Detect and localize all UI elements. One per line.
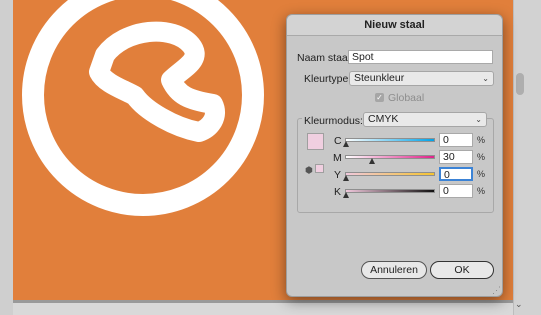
color-mode-value: CMYK <box>368 113 399 125</box>
color-type-select[interactable]: Steunkleur ⌄ <box>349 71 494 86</box>
scrollbar-thumb[interactable] <box>516 73 524 95</box>
magenta-input[interactable]: 30 <box>439 150 473 164</box>
vertical-scrollbar[interactable] <box>513 0 541 315</box>
scroll-down-icon[interactable]: ⌄ <box>515 299 523 310</box>
black-percent: % <box>477 186 486 196</box>
yellow-slider[interactable] <box>345 172 435 176</box>
color-type-label: Kleurtype: <box>304 73 352 85</box>
out-of-gamut-swatch <box>315 164 324 173</box>
cyan-slider-thumb[interactable] <box>343 141 349 147</box>
ok-button[interactable]: OK <box>430 261 494 279</box>
cyan-input[interactable]: 0 <box>439 133 473 147</box>
magenta-percent: % <box>477 152 486 162</box>
canvas-bottom <box>13 303 513 315</box>
resize-grip-icon[interactable]: ⋰ <box>492 285 501 296</box>
left-gutter <box>0 0 13 315</box>
black-label: K <box>334 186 342 198</box>
magenta-slider[interactable] <box>345 155 435 159</box>
cancel-button[interactable]: Annuleren <box>361 261 427 279</box>
black-input[interactable]: 0 <box>439 184 473 198</box>
global-label: Globaal <box>388 92 425 104</box>
global-checkbox[interactable]: ✓ <box>375 93 384 102</box>
color-type-value: Steunkleur <box>354 72 405 84</box>
dialog-title: Nieuw staal <box>287 15 502 36</box>
cyan-slider[interactable] <box>345 138 435 142</box>
yellow-percent: % <box>477 169 486 179</box>
chevron-down-icon: ⌄ <box>482 74 489 83</box>
black-slider-thumb[interactable] <box>343 192 349 198</box>
yellow-slider-thumb[interactable] <box>343 175 349 181</box>
black-slider[interactable] <box>345 189 435 193</box>
magenta-slider-thumb[interactable] <box>369 158 375 164</box>
spot-color-cube-icon: ⬢ <box>305 165 313 175</box>
color-mode-label: Kleurmodus: <box>302 115 365 127</box>
yellow-label: Y <box>334 169 342 181</box>
swatch-name-input[interactable]: Spot <box>348 50 493 64</box>
magenta-label: M <box>333 152 342 164</box>
color-preview-swatch <box>307 133 324 150</box>
swatch-name-label: Naam staal: <box>297 52 354 64</box>
chevron-down-icon: ⌄ <box>475 115 482 124</box>
color-mode-select[interactable]: CMYK ⌄ <box>363 112 487 127</box>
new-swatch-dialog: Nieuw staal Naam staal: Spot Kleurtype: … <box>286 14 503 297</box>
cyan-label: C <box>334 135 342 147</box>
yellow-input[interactable]: 0 <box>439 167 473 181</box>
cyan-percent: % <box>477 135 486 145</box>
